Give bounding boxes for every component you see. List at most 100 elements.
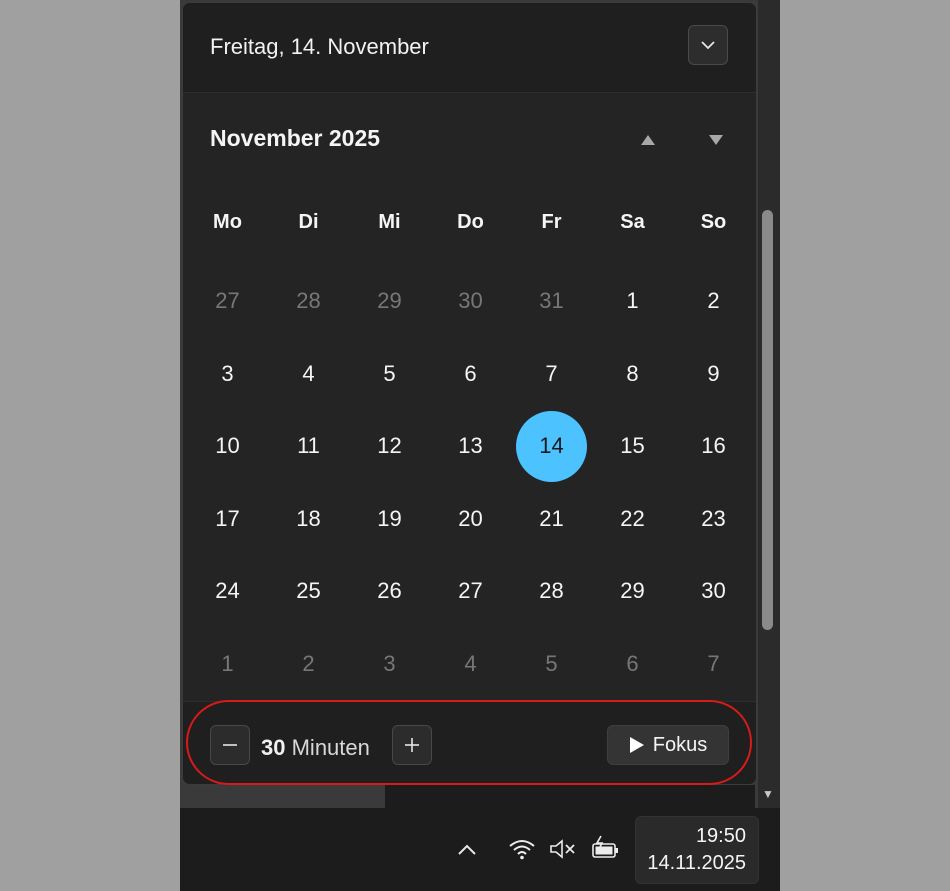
weekday-header: Mo Di Mi Do Fr Sa So	[187, 211, 754, 241]
scrollbar-thumb[interactable]	[762, 210, 773, 630]
day-number: 5	[383, 360, 396, 386]
day-number: 3	[221, 360, 234, 386]
play-icon	[629, 737, 644, 753]
calendar-day[interactable]: 18	[268, 483, 349, 556]
calendar-day[interactable]: 30	[430, 265, 511, 338]
calendar-day[interactable]: 20	[430, 483, 511, 556]
desktop-window-edge	[385, 785, 755, 808]
chevron-up-icon	[458, 844, 476, 855]
day-number: 1	[626, 288, 639, 314]
weekday-label: So	[700, 211, 727, 233]
day-number: 6	[626, 650, 639, 676]
show-hidden-icons-button[interactable]	[456, 838, 478, 860]
day-number: 13	[458, 433, 483, 459]
start-focus-button[interactable]: Fokus	[607, 725, 729, 765]
previous-month-button[interactable]	[636, 131, 660, 149]
calendar-day[interactable]: 27	[430, 555, 511, 628]
day-number: 29	[620, 578, 645, 604]
calendar-day[interactable]: 3	[349, 628, 430, 701]
collapse-calendar-button[interactable]	[688, 25, 728, 65]
day-number: 2	[302, 650, 315, 676]
day-number: 8	[626, 360, 639, 386]
calendar-day[interactable]: 10	[187, 410, 268, 483]
volume-button[interactable]	[548, 836, 578, 862]
day-number: 2	[707, 288, 720, 314]
day-number: 28	[296, 288, 321, 314]
calendar-day[interactable]: 7	[511, 338, 592, 411]
calendar-day[interactable]: 2	[673, 265, 754, 338]
calendar-day[interactable]: 28	[511, 555, 592, 628]
day-number: 27	[458, 578, 483, 604]
clock-date: 14.11.2025	[647, 852, 746, 874]
calendar-day[interactable]: 23	[673, 483, 754, 556]
calendar-day[interactable]: 12	[349, 410, 430, 483]
calendar-day[interactable]: 26	[349, 555, 430, 628]
day-number: 30	[701, 578, 726, 604]
taskbar-clock-button[interactable]: 19:50 14.11.2025	[635, 816, 759, 884]
duration-unit: Minuten	[291, 735, 370, 760]
day-number: 10	[215, 433, 240, 459]
calendar-day[interactable]: 30	[673, 555, 754, 628]
calendar-day[interactable]: 4	[268, 338, 349, 411]
day-number: 27	[215, 288, 240, 314]
chevron-down-icon	[701, 41, 715, 50]
calendar-day-grid: 27 28 29 30 31 1 2 3 4 5 6 7 8 9 10 11 12 13 14 15 16 17 18 19 2…	[187, 265, 754, 700]
calendar-day[interactable]: 22	[592, 483, 673, 556]
day-number: 7	[545, 360, 558, 386]
calendar-day[interactable]: 11	[268, 410, 349, 483]
calendar-day[interactable]: 31	[511, 265, 592, 338]
calendar-day[interactable]: 27	[187, 265, 268, 338]
clock-time: 19:50	[695, 825, 746, 847]
calendar-day[interactable]: 29	[592, 555, 673, 628]
minus-icon	[223, 744, 237, 746]
calendar-day-today[interactable]: 14	[511, 410, 592, 483]
focus-session-bar: 30 Minuten Fokus	[183, 701, 756, 784]
weekday-label: Fr	[541, 211, 562, 233]
day-number: 28	[539, 578, 564, 604]
calendar-day[interactable]: 29	[349, 265, 430, 338]
day-number: 6	[464, 360, 477, 386]
calendar-day[interactable]: 2	[268, 628, 349, 701]
day-number: 29	[377, 288, 402, 314]
day-number: 24	[215, 578, 240, 604]
next-month-button[interactable]	[704, 131, 728, 149]
network-button[interactable]	[507, 835, 537, 863]
calendar-day[interactable]: 6	[592, 628, 673, 701]
taskbar: 19:50 14.11.2025	[180, 808, 780, 891]
calendar-day[interactable]: 5	[349, 338, 430, 411]
calendar-day[interactable]: 1	[592, 265, 673, 338]
scroll-down-icon[interactable]: ▼	[760, 786, 776, 802]
calendar-day[interactable]: 1	[187, 628, 268, 701]
calendar-day[interactable]: 13	[430, 410, 511, 483]
calendar-day[interactable]: 24	[187, 555, 268, 628]
wifi-icon	[509, 840, 535, 860]
calendar-day[interactable]: 25	[268, 555, 349, 628]
calendar-day[interactable]: 3	[187, 338, 268, 411]
weekday-label: Mo	[213, 211, 242, 233]
calendar-day[interactable]: 6	[430, 338, 511, 411]
day-number: 14	[516, 410, 587, 482]
calendar-day[interactable]: 21	[511, 483, 592, 556]
calendar-day[interactable]: 8	[592, 338, 673, 411]
day-number: 20	[458, 505, 483, 531]
focus-duration: 30 Minuten	[261, 735, 370, 761]
battery-button[interactable]	[590, 834, 622, 862]
calendar-day[interactable]: 9	[673, 338, 754, 411]
speaker-muted-icon	[550, 839, 575, 859]
increase-duration-button[interactable]	[392, 725, 432, 765]
day-number: 18	[296, 505, 321, 531]
calendar-day[interactable]: 28	[268, 265, 349, 338]
calendar-day[interactable]: 19	[349, 483, 430, 556]
calendar-day[interactable]: 7	[673, 628, 754, 701]
weekday-label: Do	[457, 211, 484, 233]
calendar-day[interactable]: 4	[430, 628, 511, 701]
calendar-day[interactable]: 15	[592, 410, 673, 483]
calendar-day[interactable]: 16	[673, 410, 754, 483]
calendar-day[interactable]: 5	[511, 628, 592, 701]
day-number: 26	[377, 578, 402, 604]
flyout-header: Freitag, 14. November	[183, 3, 756, 93]
decrease-duration-button[interactable]	[210, 725, 250, 765]
duration-value: 30	[261, 735, 286, 760]
calendar-day[interactable]: 17	[187, 483, 268, 556]
day-number: 4	[464, 650, 477, 676]
